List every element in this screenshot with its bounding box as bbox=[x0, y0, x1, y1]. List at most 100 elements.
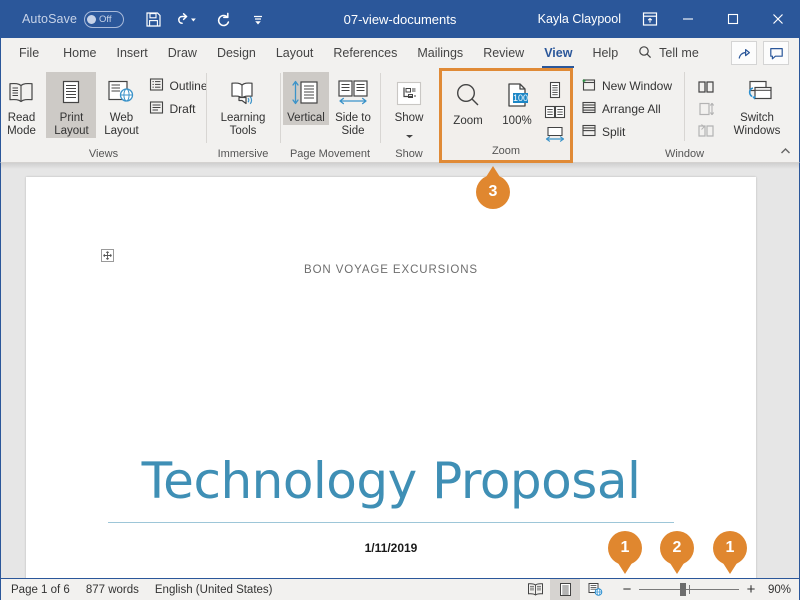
tab-home[interactable]: Home bbox=[53, 38, 106, 68]
print-layout-icon bbox=[58, 76, 84, 110]
immersive-group-label: Immersive bbox=[206, 148, 280, 160]
zoom-magnifier-icon bbox=[452, 79, 484, 113]
web-layout-view-button[interactable] bbox=[580, 579, 610, 600]
outline-button[interactable]: Outline bbox=[146, 76, 210, 96]
tab-view[interactable]: View bbox=[534, 38, 582, 68]
draft-icon bbox=[149, 100, 164, 118]
side-to-side-label: Side to Side bbox=[329, 112, 377, 138]
zoom-level-button[interactable]: 90% bbox=[765, 584, 799, 596]
read-mode-icon bbox=[6, 76, 36, 110]
zoom-group-label: Zoom bbox=[442, 145, 570, 157]
zoom-dialog-label: Zoom bbox=[453, 115, 482, 128]
document-top-shadow bbox=[1, 163, 799, 169]
callout-1-zoom-out: 1 bbox=[608, 531, 642, 565]
new-window-icon bbox=[581, 77, 597, 95]
show-chevron-down-icon[interactable] bbox=[404, 127, 415, 145]
read-mode-button[interactable]: Read Mode bbox=[0, 72, 46, 138]
tab-help[interactable]: Help bbox=[582, 38, 628, 68]
tab-review[interactable]: Review bbox=[473, 38, 534, 68]
ribbon-display-options-icon[interactable] bbox=[635, 10, 665, 28]
arrange-all-icon bbox=[581, 100, 597, 118]
save-icon[interactable] bbox=[142, 8, 164, 30]
reset-window-position-icon[interactable] bbox=[693, 121, 719, 141]
read-mode-view-button[interactable] bbox=[520, 579, 550, 600]
print-layout-button[interactable]: Print Layout bbox=[46, 72, 96, 138]
tab-draw[interactable]: Draw bbox=[158, 38, 207, 68]
zoom-dialog-button[interactable]: Zoom bbox=[444, 75, 492, 128]
collapse-ribbon-button[interactable] bbox=[779, 143, 792, 161]
split-button[interactable]: Split bbox=[578, 122, 682, 142]
document-header-text: BON VOYAGE EXCURSIONS bbox=[26, 264, 756, 276]
learning-tools-button[interactable]: Learning Tools bbox=[209, 72, 277, 138]
learning-tools-icon bbox=[226, 76, 260, 110]
zoom-group-body: Zoom 100 100% bbox=[441, 75, 571, 145]
customize-qat-icon[interactable] bbox=[247, 8, 269, 30]
ribbon-tabs: File Home Insert Draw Design Layout Refe… bbox=[0, 38, 800, 68]
tab-design[interactable]: Design bbox=[207, 38, 266, 68]
autosave-knob bbox=[87, 15, 96, 24]
switch-windows-button[interactable]: Switch Windows bbox=[719, 72, 791, 138]
language-status[interactable]: English (United States) bbox=[155, 584, 273, 596]
redo-icon[interactable] bbox=[212, 8, 234, 30]
tab-insert[interactable]: Insert bbox=[107, 38, 158, 68]
zoom-100-button[interactable]: 100 100% bbox=[492, 75, 542, 128]
vertical-button[interactable]: Vertical bbox=[283, 72, 329, 125]
outline-icon bbox=[149, 77, 164, 95]
learning-tools-label: Learning Tools bbox=[209, 112, 277, 138]
zoom-out-button[interactable]: − bbox=[622, 582, 632, 597]
ribbon-group-views: Read Mode Print Layout Web Layout bbox=[1, 68, 206, 163]
word-count[interactable]: 877 words bbox=[86, 584, 139, 596]
views-group-body: Read Mode Print Layout Web Layout bbox=[0, 72, 214, 142]
autosave-state: Off bbox=[99, 14, 112, 25]
web-layout-label: Web Layout bbox=[96, 112, 146, 138]
status-bar-left: Page 1 of 6 877 words English (United St… bbox=[1, 584, 273, 596]
autosave-switch[interactable]: Off bbox=[84, 11, 124, 28]
views-small-buttons: Outline Draft bbox=[146, 72, 210, 119]
show-button[interactable]: Show bbox=[383, 72, 435, 145]
autosave-toggle[interactable]: AutoSave Off bbox=[22, 11, 124, 28]
vertical-scroll-icon bbox=[289, 76, 323, 110]
share-button[interactable] bbox=[731, 41, 757, 65]
zoom-in-button[interactable]: + bbox=[746, 582, 756, 597]
maximize-icon[interactable] bbox=[710, 0, 755, 38]
page-status[interactable]: Page 1 of 6 bbox=[11, 584, 70, 596]
minimize-icon[interactable] bbox=[665, 0, 710, 38]
move-handle-icon[interactable] bbox=[101, 249, 114, 262]
arrange-all-button[interactable]: Arrange All bbox=[578, 99, 682, 119]
one-page-icon[interactable] bbox=[542, 80, 568, 100]
zoom-slider-thumb[interactable] bbox=[680, 583, 686, 596]
close-icon[interactable] bbox=[755, 0, 800, 38]
web-layout-button[interactable]: Web Layout bbox=[96, 72, 146, 138]
undo-icon[interactable] bbox=[177, 8, 199, 30]
comments-button[interactable] bbox=[763, 41, 789, 65]
account-name[interactable]: Kayla Claypool bbox=[538, 12, 621, 26]
tell-me-box[interactable]: Tell me bbox=[628, 38, 709, 68]
print-layout-view-button[interactable] bbox=[550, 579, 580, 600]
ribbon-group-immersive: Learning Tools Immersive bbox=[206, 68, 280, 163]
tab-mailings[interactable]: Mailings bbox=[407, 38, 473, 68]
document-title-heading: Technology Proposal bbox=[26, 452, 756, 510]
vertical-label: Vertical bbox=[287, 112, 325, 125]
new-window-button[interactable]: New Window bbox=[578, 76, 682, 96]
document-page[interactable]: BON VOYAGE EXCURSIONS Technology Proposa… bbox=[26, 177, 756, 578]
read-mode-label: Read Mode bbox=[0, 112, 46, 138]
tabs-right-actions bbox=[731, 38, 799, 68]
view-side-by-side-icon[interactable] bbox=[693, 77, 719, 97]
tab-layout[interactable]: Layout bbox=[266, 38, 324, 68]
multiple-pages-icon[interactable] bbox=[542, 102, 568, 122]
side-to-side-button[interactable]: Side to Side bbox=[329, 72, 377, 138]
zoom-slider[interactable] bbox=[639, 583, 739, 597]
tab-references[interactable]: References bbox=[323, 38, 407, 68]
new-window-label: New Window bbox=[602, 79, 672, 93]
synchronous-scrolling-icon[interactable] bbox=[693, 99, 719, 119]
page-width-icon[interactable] bbox=[542, 124, 568, 144]
zoom-100-label: 100% bbox=[502, 115, 531, 128]
quick-access-toolbar bbox=[142, 8, 269, 30]
switch-windows-icon bbox=[739, 76, 775, 110]
document-area[interactable]: BON VOYAGE EXCURSIONS Technology Proposa… bbox=[0, 163, 800, 578]
tab-file[interactable]: File bbox=[1, 38, 53, 68]
draft-button[interactable]: Draft bbox=[146, 99, 210, 119]
ribbon-group-show: Show Show bbox=[380, 68, 438, 163]
window-mini-buttons bbox=[684, 72, 719, 141]
print-layout-label: Print Layout bbox=[46, 112, 96, 138]
